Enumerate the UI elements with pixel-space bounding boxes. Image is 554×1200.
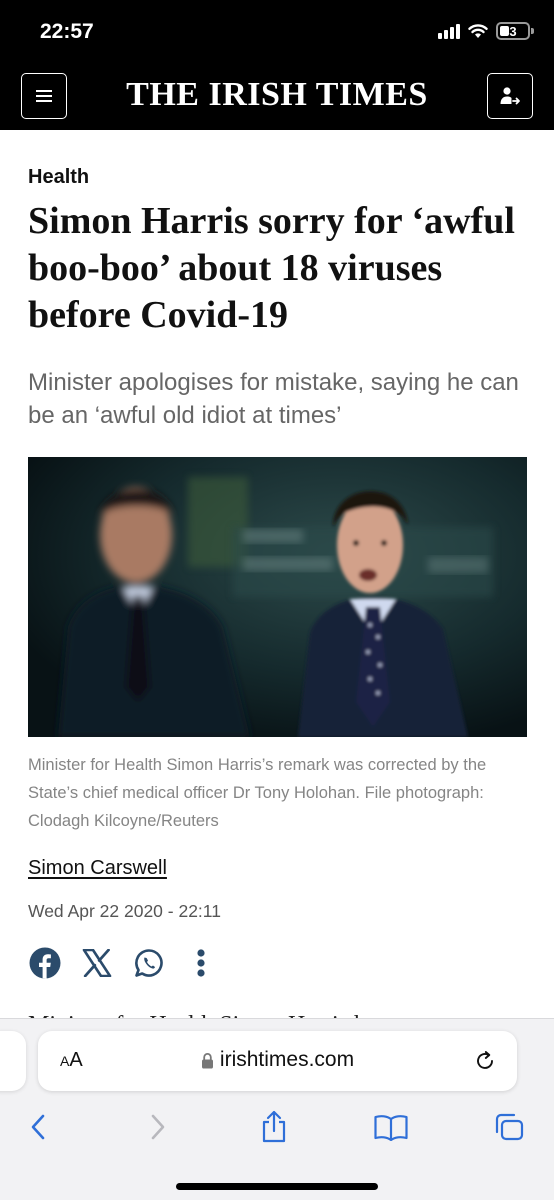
- article-photo[interactable]: [28, 457, 527, 737]
- home-indicator[interactable]: [176, 1183, 378, 1190]
- wifi-icon: [468, 23, 488, 38]
- browser-toolbar: [0, 1107, 554, 1147]
- site-header: THE IRISH TIMES: [0, 62, 554, 130]
- facebook-icon: [29, 947, 61, 979]
- reload-icon: [477, 1051, 493, 1069]
- url-text: irishtimes.com: [219, 1048, 355, 1071]
- whatsapp-share-button[interactable]: [132, 946, 166, 980]
- browser-chrome: AA irishtimes.com: [0, 1018, 554, 1200]
- tabs-button[interactable]: [489, 1107, 529, 1147]
- back-button[interactable]: [18, 1107, 58, 1147]
- x-icon: [82, 949, 112, 977]
- account-button[interactable]: [487, 73, 533, 119]
- forward-button[interactable]: [138, 1107, 178, 1147]
- more-share-button[interactable]: [184, 946, 218, 980]
- forward-icon: [151, 1114, 165, 1140]
- masthead-logo[interactable]: THE IRISH TIMES: [0, 76, 554, 114]
- lock-icon: [201, 1052, 213, 1068]
- whatsapp-icon: [135, 949, 163, 977]
- more-icon: [197, 949, 205, 977]
- bookmarks-icon: [374, 1115, 408, 1141]
- section-label[interactable]: Health: [28, 166, 89, 189]
- article-headline: Simon Harris sorry for ‘awful boo-boo’ a…: [28, 200, 515, 336]
- share-row: [28, 946, 236, 980]
- facebook-share-button[interactable]: [28, 946, 62, 980]
- signal-icon: [438, 23, 460, 39]
- share-button[interactable]: [254, 1107, 294, 1147]
- bookmarks-button[interactable]: [371, 1107, 411, 1147]
- article-photo-image: [28, 457, 527, 737]
- status-bar: 22:57 3: [0, 0, 554, 62]
- article-standfirst: Minister apologises for mistake, saying …: [28, 369, 519, 429]
- address-bar[interactable]: AA irishtimes.com: [38, 1031, 517, 1091]
- x-share-button[interactable]: [80, 946, 114, 980]
- share-icon: [262, 1110, 286, 1143]
- tabs-icon: [495, 1113, 524, 1141]
- photo-caption: Minister for Health Simon Harris’s remar…: [28, 756, 487, 830]
- battery-icon: 3: [496, 22, 534, 40]
- status-time: 22:57: [40, 20, 94, 43]
- back-icon: [31, 1114, 45, 1140]
- battery-level: 3: [509, 23, 517, 39]
- account-icon: [500, 87, 520, 105]
- author-byline[interactable]: Simon Carswell: [28, 857, 167, 880]
- status-icons: 3: [438, 22, 534, 40]
- reload-button[interactable]: [471, 1047, 499, 1075]
- publish-date: Wed Apr 22 2020 - 22:11: [28, 901, 221, 921]
- previous-tab-url-bar[interactable]: [0, 1031, 26, 1091]
- url-display[interactable]: irishtimes.com: [38, 1048, 517, 1072]
